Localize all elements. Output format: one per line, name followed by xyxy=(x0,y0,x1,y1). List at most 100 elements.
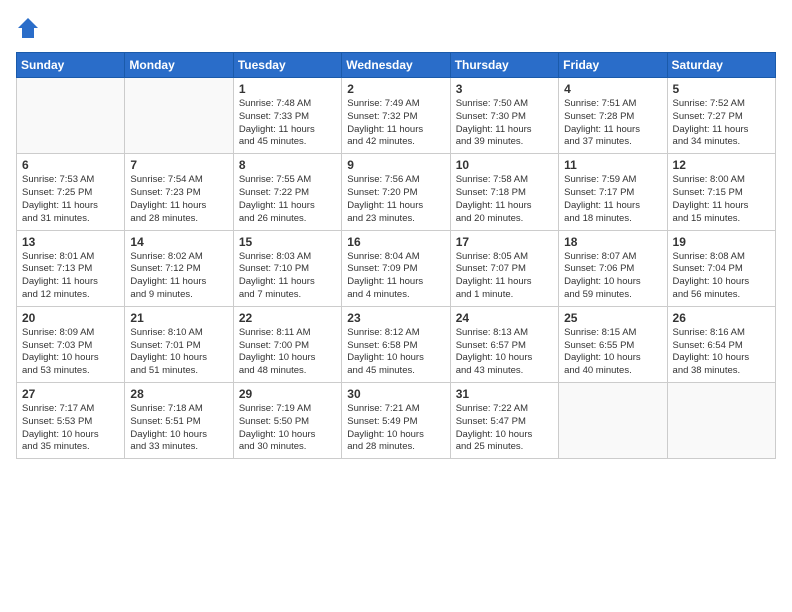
calendar-cell: 11 Sunrise: 7:59 AM Sunset: 7:17 PM Dayli… xyxy=(559,154,667,230)
calendar-cell: 5 Sunrise: 7:52 AM Sunset: 7:27 PM Daylig… xyxy=(667,78,775,154)
day-number: 3 xyxy=(456,82,553,96)
logo-icon xyxy=(16,16,40,40)
day-detail: Sunrise: 8:13 AM Sunset: 6:57 PM Dayligh… xyxy=(456,327,553,378)
calendar-cell: 2Sunrise: 7:49 AM Sunset: 7:32 PM Daylig… xyxy=(342,78,450,154)
day-detail: Sunrise: 7:59 AM Sunset: 7:17 PM Dayligh… xyxy=(564,174,661,225)
header-day-saturday: Saturday xyxy=(667,53,775,78)
header xyxy=(16,16,776,40)
day-detail: Sunrise: 7:22 AM Sunset: 5:47 PM Dayligh… xyxy=(456,403,553,454)
day-detail: Sunrise: 8:10 AM Sunset: 7:01 PM Dayligh… xyxy=(130,327,227,378)
day-number: 22 xyxy=(239,311,336,325)
calendar-cell xyxy=(667,383,775,459)
calendar-cell: 22 Sunrise: 8:11 AM Sunset: 7:00 PM Dayli… xyxy=(233,306,341,382)
day-number: 10 xyxy=(456,158,553,172)
calendar-cell: 15Sunrise: 8:03 AM Sunset: 7:10 PM Dayli… xyxy=(233,230,341,306)
day-detail: Sunrise: 7:50 AM Sunset: 7:30 PM Dayligh… xyxy=(456,98,553,149)
calendar-cell: 21Sunrise: 8:10 AM Sunset: 7:01 PM Dayli… xyxy=(125,306,233,382)
header-day-sunday: Sunday xyxy=(17,53,125,78)
day-number: 30 xyxy=(347,387,444,401)
calendar-cell: 8 Sunrise: 7:55 AM Sunset: 7:22 PM Daylig… xyxy=(233,154,341,230)
day-number: 27 xyxy=(22,387,119,401)
calendar-cell xyxy=(125,78,233,154)
day-number: 4 xyxy=(564,82,661,96)
calendar-cell: 16 Sunrise: 8:04 AM Sunset: 7:09 PM Dayli… xyxy=(342,230,450,306)
day-detail: Sunrise: 8:02 AM Sunset: 7:12 PM Dayligh… xyxy=(130,251,227,302)
calendar-week-5: 27Sunrise: 7:17 AM Sunset: 5:53 PM Dayli… xyxy=(17,383,776,459)
calendar-week-3: 13 Sunrise: 8:01 AM Sunset: 7:13 PM Dayli… xyxy=(17,230,776,306)
day-number: 17 xyxy=(456,235,553,249)
calendar-cell xyxy=(17,78,125,154)
header-day-monday: Monday xyxy=(125,53,233,78)
day-number: 28 xyxy=(130,387,227,401)
calendar-week-2: 6Sunrise: 7:53 AM Sunset: 7:25 PM Daylig… xyxy=(17,154,776,230)
header-row: SundayMondayTuesdayWednesdayThursdayFrid… xyxy=(17,53,776,78)
calendar-cell: 18 Sunrise: 8:07 AM Sunset: 7:06 PM Dayli… xyxy=(559,230,667,306)
calendar-cell: 14 Sunrise: 8:02 AM Sunset: 7:12 PM Dayli… xyxy=(125,230,233,306)
calendar-cell: 30 Sunrise: 7:21 AM Sunset: 5:49 PM Dayli… xyxy=(342,383,450,459)
day-detail: Sunrise: 8:07 AM Sunset: 7:06 PM Dayligh… xyxy=(564,251,661,302)
day-detail: Sunrise: 7:48 AM Sunset: 7:33 PM Dayligh… xyxy=(239,98,336,149)
calendar-header: SundayMondayTuesdayWednesdayThursdayFrid… xyxy=(17,53,776,78)
day-detail: Sunrise: 7:51 AM Sunset: 7:28 PM Dayligh… xyxy=(564,98,661,149)
day-detail: Sunrise: 7:18 AM Sunset: 5:51 PM Dayligh… xyxy=(130,403,227,454)
day-number: 7 xyxy=(130,158,227,172)
calendar-cell: 17 Sunrise: 8:05 AM Sunset: 7:07 PM Dayli… xyxy=(450,230,558,306)
day-detail: Sunrise: 7:56 AM Sunset: 7:20 PM Dayligh… xyxy=(347,174,444,225)
calendar-cell: 24 Sunrise: 8:13 AM Sunset: 6:57 PM Dayli… xyxy=(450,306,558,382)
calendar-cell: 27Sunrise: 7:17 AM Sunset: 5:53 PM Dayli… xyxy=(17,383,125,459)
day-detail: Sunrise: 7:58 AM Sunset: 7:18 PM Dayligh… xyxy=(456,174,553,225)
day-number: 16 xyxy=(347,235,444,249)
day-number: 18 xyxy=(564,235,661,249)
day-number: 14 xyxy=(130,235,227,249)
day-detail: Sunrise: 8:05 AM Sunset: 7:07 PM Dayligh… xyxy=(456,251,553,302)
header-day-thursday: Thursday xyxy=(450,53,558,78)
day-detail: Sunrise: 7:54 AM Sunset: 7:23 PM Dayligh… xyxy=(130,174,227,225)
header-day-friday: Friday xyxy=(559,53,667,78)
day-number: 23 xyxy=(347,311,444,325)
calendar-cell: 7 Sunrise: 7:54 AM Sunset: 7:23 PM Daylig… xyxy=(125,154,233,230)
day-detail: Sunrise: 7:21 AM Sunset: 5:49 PM Dayligh… xyxy=(347,403,444,454)
day-detail: Sunrise: 8:15 AM Sunset: 6:55 PM Dayligh… xyxy=(564,327,661,378)
day-number: 24 xyxy=(456,311,553,325)
day-detail: Sunrise: 8:12 AM Sunset: 6:58 PM Dayligh… xyxy=(347,327,444,378)
header-day-tuesday: Tuesday xyxy=(233,53,341,78)
day-detail: Sunrise: 7:19 AM Sunset: 5:50 PM Dayligh… xyxy=(239,403,336,454)
day-number: 25 xyxy=(564,311,661,325)
calendar-cell: 4 Sunrise: 7:51 AM Sunset: 7:28 PM Daylig… xyxy=(559,78,667,154)
calendar-cell: 31 Sunrise: 7:22 AM Sunset: 5:47 PM Dayli… xyxy=(450,383,558,459)
page-container: SundayMondayTuesdayWednesdayThursdayFrid… xyxy=(0,0,792,467)
day-number: 29 xyxy=(239,387,336,401)
calendar-cell: 13 Sunrise: 8:01 AM Sunset: 7:13 PM Dayli… xyxy=(17,230,125,306)
day-number: 5 xyxy=(673,82,770,96)
day-number: 13 xyxy=(22,235,119,249)
calendar-table: SundayMondayTuesdayWednesdayThursdayFrid… xyxy=(16,52,776,459)
day-detail: Sunrise: 8:01 AM Sunset: 7:13 PM Dayligh… xyxy=(22,251,119,302)
day-number: 26 xyxy=(673,311,770,325)
day-detail: Sunrise: 8:08 AM Sunset: 7:04 PM Dayligh… xyxy=(673,251,770,302)
calendar-body: 1 Sunrise: 7:48 AM Sunset: 7:33 PM Daylig… xyxy=(17,78,776,459)
calendar-cell: 9 Sunrise: 7:56 AM Sunset: 7:20 PM Daylig… xyxy=(342,154,450,230)
calendar-cell: 26 Sunrise: 8:16 AM Sunset: 6:54 PM Dayli… xyxy=(667,306,775,382)
day-detail: Sunrise: 8:16 AM Sunset: 6:54 PM Dayligh… xyxy=(673,327,770,378)
logo xyxy=(16,16,42,40)
day-number: 31 xyxy=(456,387,553,401)
day-number: 11 xyxy=(564,158,661,172)
calendar-cell: 19Sunrise: 8:08 AM Sunset: 7:04 PM Dayli… xyxy=(667,230,775,306)
day-detail: Sunrise: 8:00 AM Sunset: 7:15 PM Dayligh… xyxy=(673,174,770,225)
day-detail: Sunrise: 7:52 AM Sunset: 7:27 PM Dayligh… xyxy=(673,98,770,149)
day-number: 12 xyxy=(673,158,770,172)
calendar-cell xyxy=(559,383,667,459)
day-detail: Sunrise: 8:03 AM Sunset: 7:10 PM Dayligh… xyxy=(239,251,336,302)
day-number: 6 xyxy=(22,158,119,172)
day-number: 9 xyxy=(347,158,444,172)
day-detail: Sunrise: 7:49 AM Sunset: 7:32 PM Dayligh… xyxy=(347,98,444,149)
day-number: 1 xyxy=(239,82,336,96)
day-number: 20 xyxy=(22,311,119,325)
calendar-cell: 1 Sunrise: 7:48 AM Sunset: 7:33 PM Daylig… xyxy=(233,78,341,154)
day-detail: Sunrise: 7:55 AM Sunset: 7:22 PM Dayligh… xyxy=(239,174,336,225)
calendar-cell: 25 Sunrise: 8:15 AM Sunset: 6:55 PM Dayli… xyxy=(559,306,667,382)
day-number: 8 xyxy=(239,158,336,172)
calendar-week-1: 1 Sunrise: 7:48 AM Sunset: 7:33 PM Daylig… xyxy=(17,78,776,154)
day-detail: Sunrise: 8:04 AM Sunset: 7:09 PM Dayligh… xyxy=(347,251,444,302)
day-detail: Sunrise: 8:11 AM Sunset: 7:00 PM Dayligh… xyxy=(239,327,336,378)
